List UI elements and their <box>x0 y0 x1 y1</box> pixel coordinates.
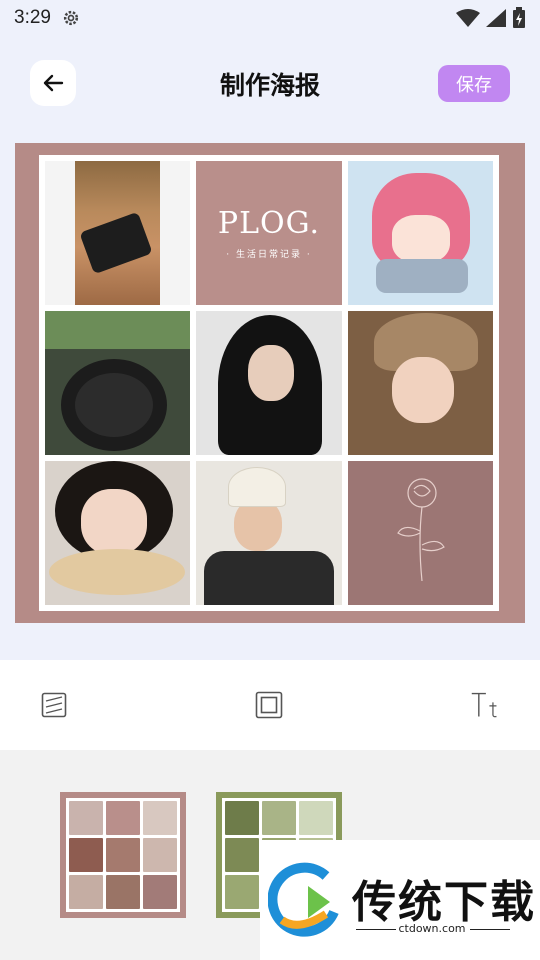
rose-illustration-tile[interactable] <box>347 461 493 605</box>
background-tool[interactable] <box>39 688 69 722</box>
wifi-icon <box>456 9 480 27</box>
frame-border-icon <box>255 691 283 719</box>
photo-offroad-car[interactable] <box>45 161 191 305</box>
template-thumbnail-1[interactable] <box>60 792 186 918</box>
watermark-brand: 传统下载 <box>352 877 536 928</box>
battery-charging-icon <box>513 7 525 28</box>
plog-title-tile[interactable]: PLOG. · 生活日常记录 · <box>196 161 342 305</box>
status-bar: 3:29 <box>0 0 540 36</box>
status-time: 3:29 <box>14 7 51 28</box>
rose-icon <box>396 478 445 582</box>
watermark-overlay: 传统下载 ctdown.com <box>260 840 540 960</box>
save-button[interactable]: 保存 <box>438 65 510 102</box>
status-icons <box>456 7 526 29</box>
poster-preview[interactable]: PLOG. · 生活日常记录 · <box>15 143 525 623</box>
photo-woman-fur-hat[interactable] <box>347 311 493 455</box>
plog-subtitle: · 生活日常记录 · <box>226 250 312 260</box>
edit-toolbar <box>0 660 540 750</box>
ctdown-logo-icon <box>268 862 339 937</box>
photo-anime-girl[interactable] <box>347 161 493 305</box>
poster-grid: PLOG. · 生活日常记录 · <box>39 155 499 611</box>
cell-signal-icon <box>486 9 506 27</box>
app-bar: 制作海报 保存 <box>0 56 540 112</box>
photo-steering-wheel[interactable] <box>45 311 191 455</box>
plog-title: PLOG. <box>217 206 321 241</box>
background-pattern-icon <box>41 692 67 718</box>
photo-man-beanie[interactable] <box>196 461 342 605</box>
settings-gear-icon <box>63 10 79 26</box>
photo-girl-bread-pillow[interactable] <box>45 461 191 605</box>
text-tool[interactable] <box>470 688 500 722</box>
text-format-icon <box>471 692 497 718</box>
frame-tool[interactable] <box>254 688 284 722</box>
photo-man-hoodie[interactable] <box>196 311 342 455</box>
